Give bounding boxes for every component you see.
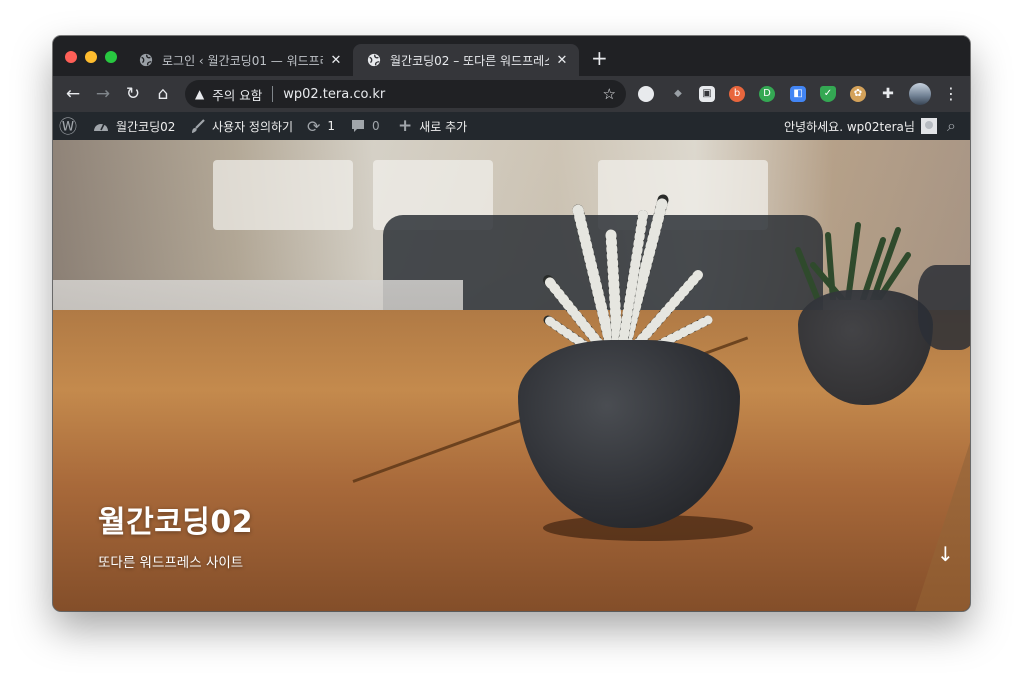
site-tagline: 또다른 워드프레스 사이트: [98, 555, 244, 571]
plus-icon: +: [398, 116, 413, 136]
tab-title: 로그인 ‹ 월간코딩01 — 워드프레스: [162, 53, 323, 68]
customize-label: 사용자 정의하기: [212, 119, 294, 134]
tab-strip: 로그인 ‹ 월간코딩01 — 워드프레스 ✕ 월간코딩02 – 또다른 워드프레…: [53, 36, 970, 76]
updates-refresh-icon: ⟳: [307, 116, 321, 136]
new-content-label: 새로 추가: [419, 119, 468, 134]
ext-d-icon[interactable]: D: [759, 86, 775, 102]
home-button[interactable]: ⌂: [153, 84, 173, 104]
admin-bar-customize[interactable]: 사용자 정의하기: [190, 112, 293, 140]
admin-bar-search-icon[interactable]: ⌕: [947, 112, 956, 140]
new-tab-button[interactable]: +: [591, 48, 608, 68]
user-avatar: [920, 118, 937, 134]
close-tab-icon[interactable]: ✕: [329, 53, 343, 68]
extensions-puzzle-icon[interactable]: ✚: [880, 86, 896, 102]
admin-bar-site-name[interactable]: 월간코딩02: [93, 112, 175, 140]
admin-bar-comments[interactable]: 0: [351, 112, 380, 140]
comment-bubble-icon: [352, 120, 364, 132]
ext-circle-icon[interactable]: [638, 86, 654, 102]
ext-cookie-icon[interactable]: ✿: [850, 86, 866, 102]
background-plant: [795, 222, 911, 300]
wordpress-logo-icon[interactable]: Ⓦ: [59, 112, 77, 140]
back-button[interactable]: ←: [63, 84, 83, 104]
dashboard-gauge-icon: [94, 123, 108, 131]
zoom-window-button[interactable]: [105, 51, 117, 63]
ext-b-icon[interactable]: b: [729, 86, 745, 102]
browser-window: 로그인 ‹ 월간코딩01 — 워드프레스 ✕ 월간코딩02 – 또다른 워드프레…: [53, 36, 970, 611]
ext-screen-icon[interactable]: ◧: [790, 86, 806, 102]
background-pot-far: [918, 265, 970, 350]
tab-login[interactable]: 로그인 ‹ 월간코딩01 — 워드프레스 ✕: [125, 44, 353, 76]
tab-title: 월간코딩02 – 또다른 워드프레스 사이: [390, 53, 549, 68]
site-name-label: 월간코딩02: [116, 119, 176, 134]
header-hero-image: 월간코딩02 또다른 워드프레스 사이트 ↓: [53, 140, 970, 611]
comments-count: 0: [372, 119, 380, 133]
warning-icon[interactable]: ▲: [195, 87, 204, 101]
globe-icon: [139, 53, 153, 67]
admin-bar-my-account[interactable]: 안녕하세요. wp02tera님: [784, 112, 937, 140]
site-title[interactable]: 월간코딩02: [98, 497, 253, 541]
profile-avatar[interactable]: [909, 83, 931, 105]
address-bar[interactable]: ▲ 주의 요함 wp02.tera.co.kr ☆: [185, 80, 626, 108]
address-separator: [272, 86, 274, 102]
security-warning-label[interactable]: 주의 요함: [212, 85, 262, 104]
bookmark-star-icon[interactable]: ☆: [603, 85, 616, 103]
wp-admin-bar: Ⓦ 월간코딩02 사용자 정의하기 ⟳ 1 0 + 새로 추가 안녕하세요. w…: [53, 112, 970, 140]
tab-site[interactable]: 월간코딩02 – 또다른 워드프레스 사이 ✕: [353, 44, 579, 76]
browser-toolbar: ← → ↻ ⌂ ▲ 주의 요함 wp02.tera.co.kr ☆ ◆ ▣ b …: [53, 76, 970, 112]
brush-icon: [192, 118, 205, 133]
reload-button[interactable]: ↻: [123, 84, 143, 104]
globe-icon: [367, 53, 381, 67]
admin-bar-updates[interactable]: ⟳ 1: [307, 112, 335, 140]
forward-button[interactable]: →: [93, 84, 113, 104]
scroll-down-arrow-icon[interactable]: ↓: [937, 544, 954, 564]
greeting-label: 안녕하세요. wp02tera님: [784, 119, 915, 134]
ext-image-icon[interactable]: ▣: [699, 86, 715, 102]
ext-shield-icon[interactable]: ✓: [820, 86, 836, 102]
minimize-window-button[interactable]: [85, 51, 97, 63]
updates-count: 1: [327, 119, 336, 133]
zebra-succulent: [543, 194, 713, 360]
admin-bar-new[interactable]: + 새로 추가: [398, 112, 467, 140]
site-branding: 월간코딩02 또다른 워드프레스 사이트: [98, 497, 253, 571]
close-window-button[interactable]: [65, 51, 77, 63]
close-tab-icon[interactable]: ✕: [555, 53, 569, 68]
url-text[interactable]: wp02.tera.co.kr: [283, 87, 602, 102]
ext-dark-icon[interactable]: ◆: [670, 86, 686, 102]
background-window-light: [213, 160, 353, 230]
browser-menu-icon[interactable]: ⋮: [943, 84, 959, 104]
